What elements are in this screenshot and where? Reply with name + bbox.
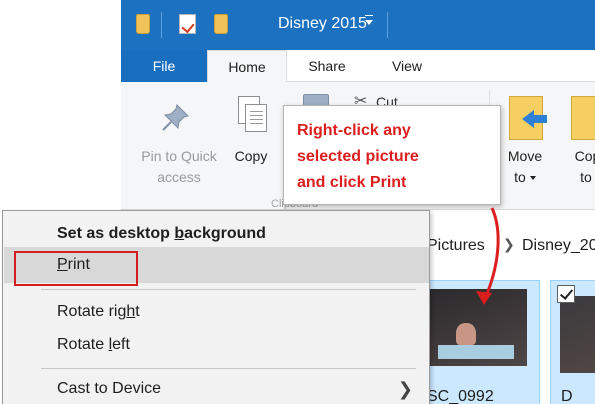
- tab-view[interactable]: View: [367, 50, 447, 82]
- move-to-icon: [509, 96, 547, 140]
- chevron-down-icon: [529, 176, 536, 181]
- callout-line: Right-click any: [297, 122, 411, 139]
- callout-line: and click Print: [297, 174, 407, 191]
- move-to-label-line1[interactable]: Move: [499, 146, 551, 167]
- copy-to-label-line1[interactable]: Copy: [565, 146, 595, 167]
- menu-item-cast-to-device[interactable]: Cast to Device ❯: [4, 371, 429, 404]
- callout-arrow-icon: [476, 207, 500, 305]
- file-tile[interactable]: D: [550, 280, 595, 404]
- checkbox-icon[interactable]: [557, 285, 575, 303]
- new-folder-icon[interactable]: [214, 14, 228, 34]
- move-to-label-line2[interactable]: to: [499, 167, 551, 188]
- menu-item-rotate-right[interactable]: Rotate right: [4, 294, 429, 330]
- breadcrumb-item-disney[interactable]: Disney_20: [522, 237, 595, 255]
- copy-to-label-line2[interactable]: to: [565, 167, 595, 188]
- toolbar-divider: [387, 12, 388, 38]
- menu-separator: [41, 368, 416, 369]
- pin-label-line1[interactable]: Pin to Quick: [129, 146, 229, 167]
- properties-icon[interactable]: [179, 14, 196, 34]
- tab-file[interactable]: File: [121, 50, 207, 82]
- folder-icon[interactable]: [136, 14, 150, 34]
- window-title: Disney 2015: [278, 15, 367, 32]
- file-name: SC_0992: [427, 388, 494, 404]
- file-name: D: [561, 388, 573, 404]
- chevron-right-icon: ❯: [397, 379, 413, 399]
- toolbar-divider: [161, 12, 162, 38]
- tab-home[interactable]: Home: [207, 50, 287, 83]
- callout-box: Right-click any selected picture and cli…: [283, 105, 501, 205]
- tab-share[interactable]: Share: [287, 50, 367, 82]
- context-menu: Set as desktop background Print Rotate r…: [2, 210, 430, 404]
- photo-thumbnail: [560, 296, 595, 373]
- callout-line: selected picture: [297, 148, 419, 165]
- copy-button[interactable]: Copy: [225, 146, 277, 167]
- menu-item-rotate-left[interactable]: Rotate left: [4, 327, 429, 363]
- menu-separator: [41, 289, 416, 290]
- copy-icon: [238, 96, 268, 134]
- print-highlight-box: [14, 251, 138, 286]
- copy-to-icon: [571, 96, 595, 140]
- pin-label-line2[interactable]: access: [129, 167, 229, 188]
- ribbon-tabs: File Home Share View: [121, 50, 595, 83]
- pin-icon: [162, 104, 189, 131]
